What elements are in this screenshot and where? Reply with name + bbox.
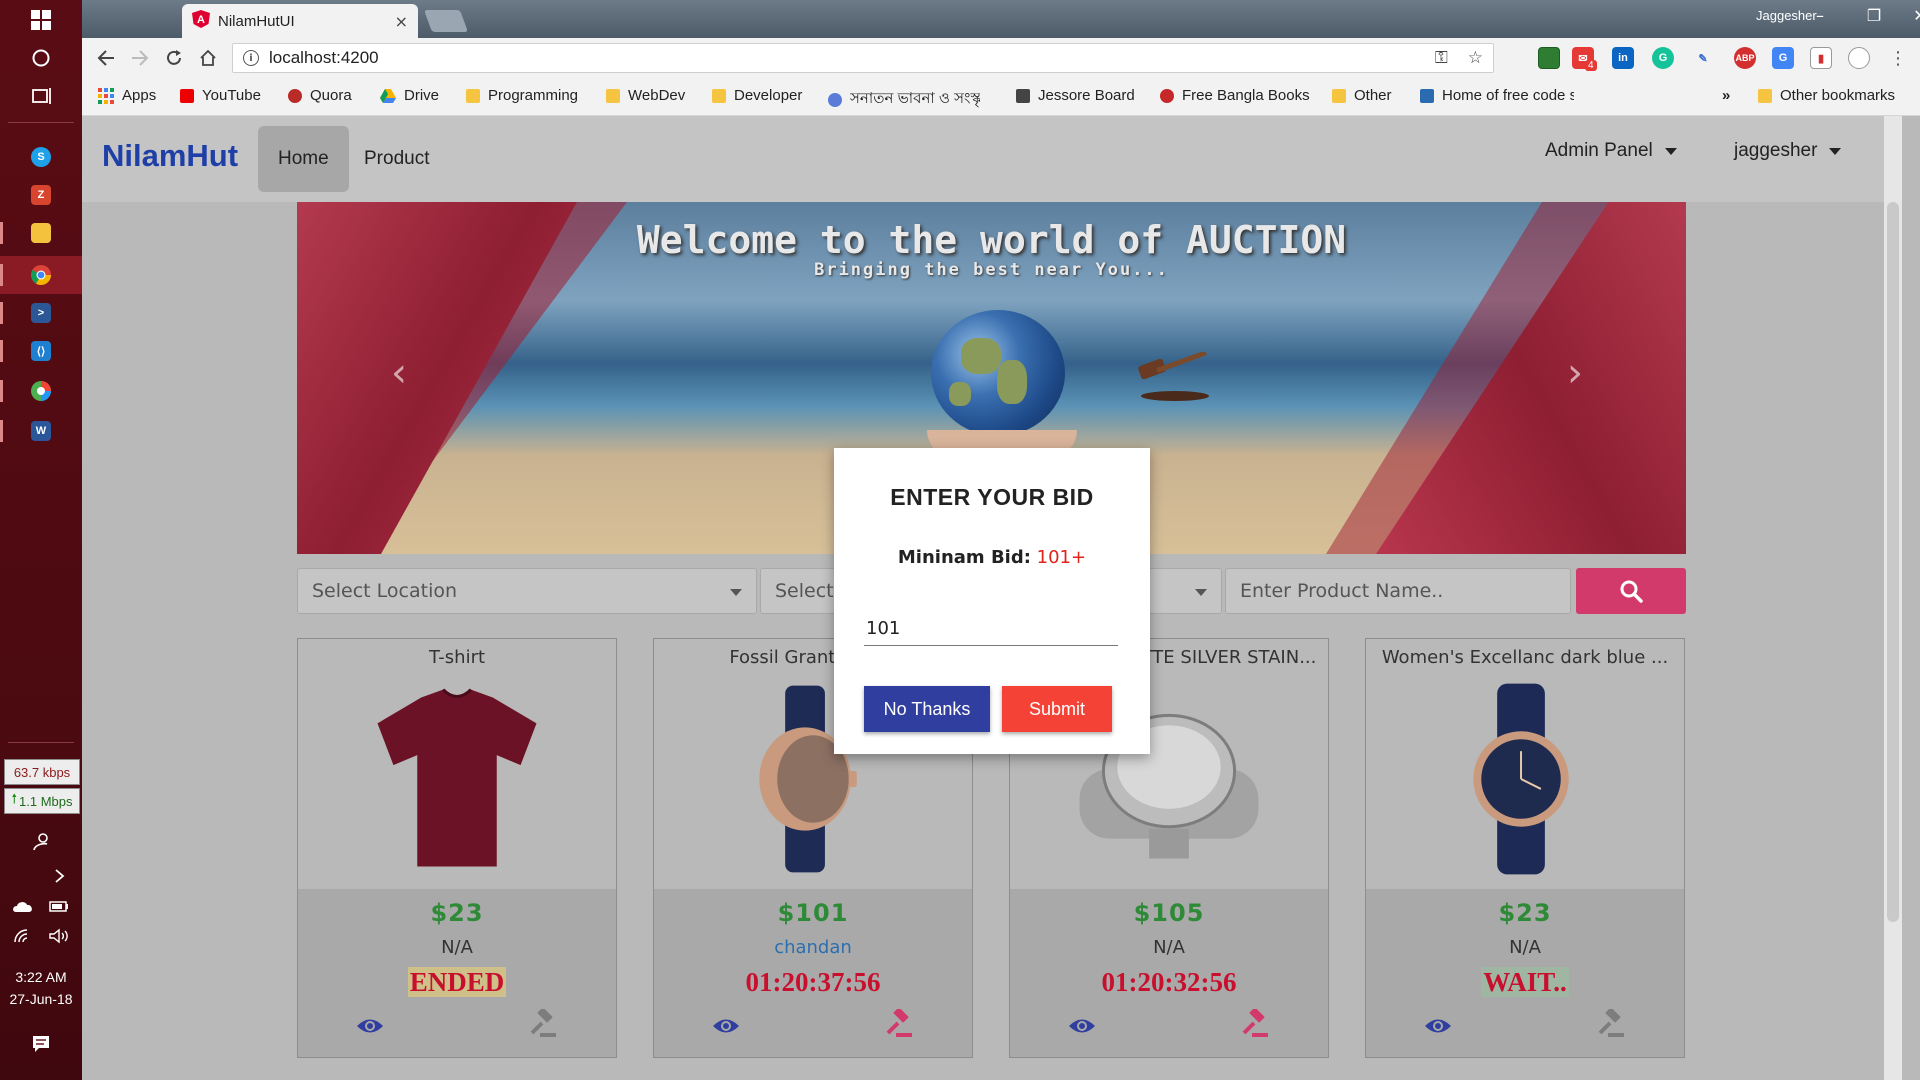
extension-flag-icon[interactable]: ▮ bbox=[1810, 47, 1832, 69]
bookmark-label: WebDev bbox=[628, 87, 686, 104]
bookmark-sanatan[interactable]: সনাতন ভাবনা ও সংস্কৃ bbox=[828, 87, 980, 112]
grammarly-icon[interactable]: G bbox=[1652, 47, 1674, 69]
address-bar[interactable]: i localhost:4200 ⚿ ☆ bbox=[232, 43, 1494, 73]
bookmark-webdev[interactable]: WebDev bbox=[606, 87, 685, 104]
pdf-app-icon[interactable]: Z bbox=[0, 176, 82, 214]
bookmark-label: Other bbox=[1354, 87, 1392, 104]
vscode-app-icon[interactable]: ⟨⟩ bbox=[0, 332, 82, 370]
bookmark-label: সনাতন ভাবনা ও সংস্কৃ bbox=[850, 90, 980, 107]
linkedin-icon[interactable]: in bbox=[1612, 47, 1634, 69]
folder-icon bbox=[1758, 88, 1772, 103]
browser-tab[interactable]: A NilamHutUI × bbox=[182, 4, 418, 38]
web-page: NilamHut Home Product Admin Panel jagges… bbox=[82, 116, 1902, 1080]
clock-date[interactable]: 27-Jun-18 bbox=[0, 991, 82, 1007]
task-view-icon[interactable] bbox=[0, 76, 82, 116]
google-drive-icon bbox=[380, 88, 396, 103]
bookmark-label: Developer bbox=[734, 87, 803, 104]
folder-icon bbox=[1332, 88, 1346, 103]
password-key-icon[interactable]: ⚿ bbox=[1435, 48, 1448, 68]
folder-icon bbox=[466, 88, 480, 103]
forward-icon[interactable] bbox=[126, 44, 154, 72]
bookmark-label: Jessore Board bbox=[1038, 87, 1135, 104]
bookmarks-overflow-icon[interactable]: » bbox=[1722, 87, 1730, 104]
color-app-icon[interactable] bbox=[0, 372, 82, 410]
bookmark-label: Home of free code s bbox=[1442, 87, 1574, 104]
bookmark-youtube[interactable]: YouTube bbox=[180, 87, 261, 104]
chrome-menu-icon[interactable]: ⋮ bbox=[1884, 44, 1912, 72]
tab-title: NilamHutUI bbox=[218, 12, 295, 30]
svg-text:A: A bbox=[197, 14, 205, 26]
net-download-speed: 63.7 kbps bbox=[4, 759, 80, 785]
bookmark-label: Apps bbox=[122, 87, 157, 104]
minimum-bid-label: Mininam Bid: bbox=[897, 547, 1031, 568]
file-explorer-icon[interactable] bbox=[0, 214, 82, 252]
powershell-app-icon[interactable]: > bbox=[0, 294, 82, 332]
bookmark-programming[interactable]: Programming bbox=[466, 87, 578, 104]
bookmark-label: Quora bbox=[310, 87, 352, 104]
angular-favicon-icon: A bbox=[192, 10, 210, 32]
bookmark-label: Other bookmarks bbox=[1780, 87, 1896, 104]
site-favicon-icon bbox=[828, 92, 842, 107]
net-upload-speed: 🠕 1.1 Mbps bbox=[4, 788, 80, 814]
extension-green-icon[interactable] bbox=[1538, 47, 1560, 69]
home-icon[interactable] bbox=[194, 44, 222, 72]
bookmark-label: Programming bbox=[488, 87, 579, 104]
bookmark-other[interactable]: Other bbox=[1332, 87, 1392, 104]
bookmark-apps[interactable]: Apps bbox=[98, 87, 156, 104]
close-window-icon[interactable]: ✕ bbox=[1900, 6, 1920, 25]
word-app-icon[interactable]: W bbox=[0, 412, 82, 450]
site-info-icon[interactable]: i bbox=[243, 50, 259, 66]
address-url[interactable]: localhost:4200 bbox=[269, 48, 1415, 68]
minimum-bid: Mininam Bid: 101+ bbox=[834, 547, 1150, 568]
adblock-plus-icon[interactable]: ABP bbox=[1734, 47, 1756, 69]
bid-dialog-title: ENTER YOUR BID bbox=[890, 484, 1094, 510]
site-favicon-icon bbox=[1016, 88, 1030, 103]
clock-time[interactable]: 3:22 AM bbox=[0, 969, 82, 985]
bookmark-label: Free Bangla Books bbox=[1182, 87, 1310, 104]
net-upload-value: 1.1 Mbps bbox=[19, 793, 73, 809]
minimum-bid-value: 101+ bbox=[1036, 547, 1087, 568]
folder-icon bbox=[712, 88, 726, 103]
windows-start-icon[interactable] bbox=[0, 0, 82, 40]
profile-avatar-icon[interactable] bbox=[1848, 47, 1870, 69]
bid-dialog: ENTER YOUR BID Mininam Bid: 101+ No Than… bbox=[834, 448, 1150, 754]
color-picker-icon[interactable]: ✎ bbox=[1692, 47, 1714, 69]
google-translate-icon[interactable]: G bbox=[1772, 47, 1794, 69]
bookmark-freecodecamp[interactable]: Home of free code s bbox=[1420, 87, 1574, 104]
gmail-badge: 4 bbox=[1585, 60, 1597, 71]
browser-toolbar: i localhost:4200 ⚿ ☆ ✉ 4 in G ✎ ABP G ▮ … bbox=[82, 38, 1920, 78]
bid-amount-input[interactable] bbox=[864, 612, 1118, 646]
action-center-icon[interactable] bbox=[0, 1024, 82, 1064]
windows-taskbar: S Z > ⟨⟩ W 63.7 kbps 🠕 1.1 Mbps 3:22 AM 2… bbox=[0, 0, 82, 1080]
skype-app-icon[interactable]: S bbox=[0, 138, 82, 176]
folder-icon bbox=[606, 88, 620, 103]
bookmark-free-bangla-books[interactable]: Free Bangla Books bbox=[1160, 87, 1310, 104]
bookmark-star-icon[interactable]: ☆ bbox=[1468, 48, 1483, 68]
quora-icon bbox=[288, 88, 302, 103]
bookmark-label: Drive bbox=[404, 87, 440, 104]
restore-icon[interactable]: ❐ bbox=[1854, 6, 1894, 25]
new-tab-button[interactable] bbox=[423, 10, 469, 32]
bookmark-label: YouTube bbox=[202, 87, 261, 104]
bookmark-jessore-board[interactable]: Jessore Board bbox=[1016, 87, 1135, 104]
apps-grid-icon bbox=[98, 87, 114, 104]
minimize-icon[interactable]: – bbox=[1800, 6, 1840, 25]
bookmark-drive[interactable]: Drive bbox=[380, 87, 439, 104]
bookmark-quora[interactable]: Quora bbox=[288, 87, 352, 104]
upload-arrow-icon: 🠕 bbox=[11, 791, 18, 806]
bookmarks-bar: Apps YouTube Quora Drive Programming Web… bbox=[82, 78, 1920, 116]
reload-icon[interactable] bbox=[160, 44, 188, 72]
bookmark-other-bookmarks[interactable]: Other bookmarks bbox=[1758, 87, 1895, 104]
back-icon[interactable] bbox=[92, 44, 120, 72]
tab-close-icon[interactable]: × bbox=[395, 12, 408, 31]
chrome-app-icon[interactable] bbox=[0, 256, 82, 294]
submit-bid-button[interactable]: Submit bbox=[1002, 686, 1112, 732]
no-thanks-button[interactable]: No Thanks bbox=[864, 686, 990, 732]
site-favicon-icon bbox=[1160, 88, 1174, 103]
site-favicon-icon bbox=[1420, 88, 1434, 103]
bookmark-developer[interactable]: Developer bbox=[712, 87, 802, 104]
youtube-icon bbox=[180, 88, 194, 103]
cortana-icon[interactable] bbox=[0, 38, 82, 78]
